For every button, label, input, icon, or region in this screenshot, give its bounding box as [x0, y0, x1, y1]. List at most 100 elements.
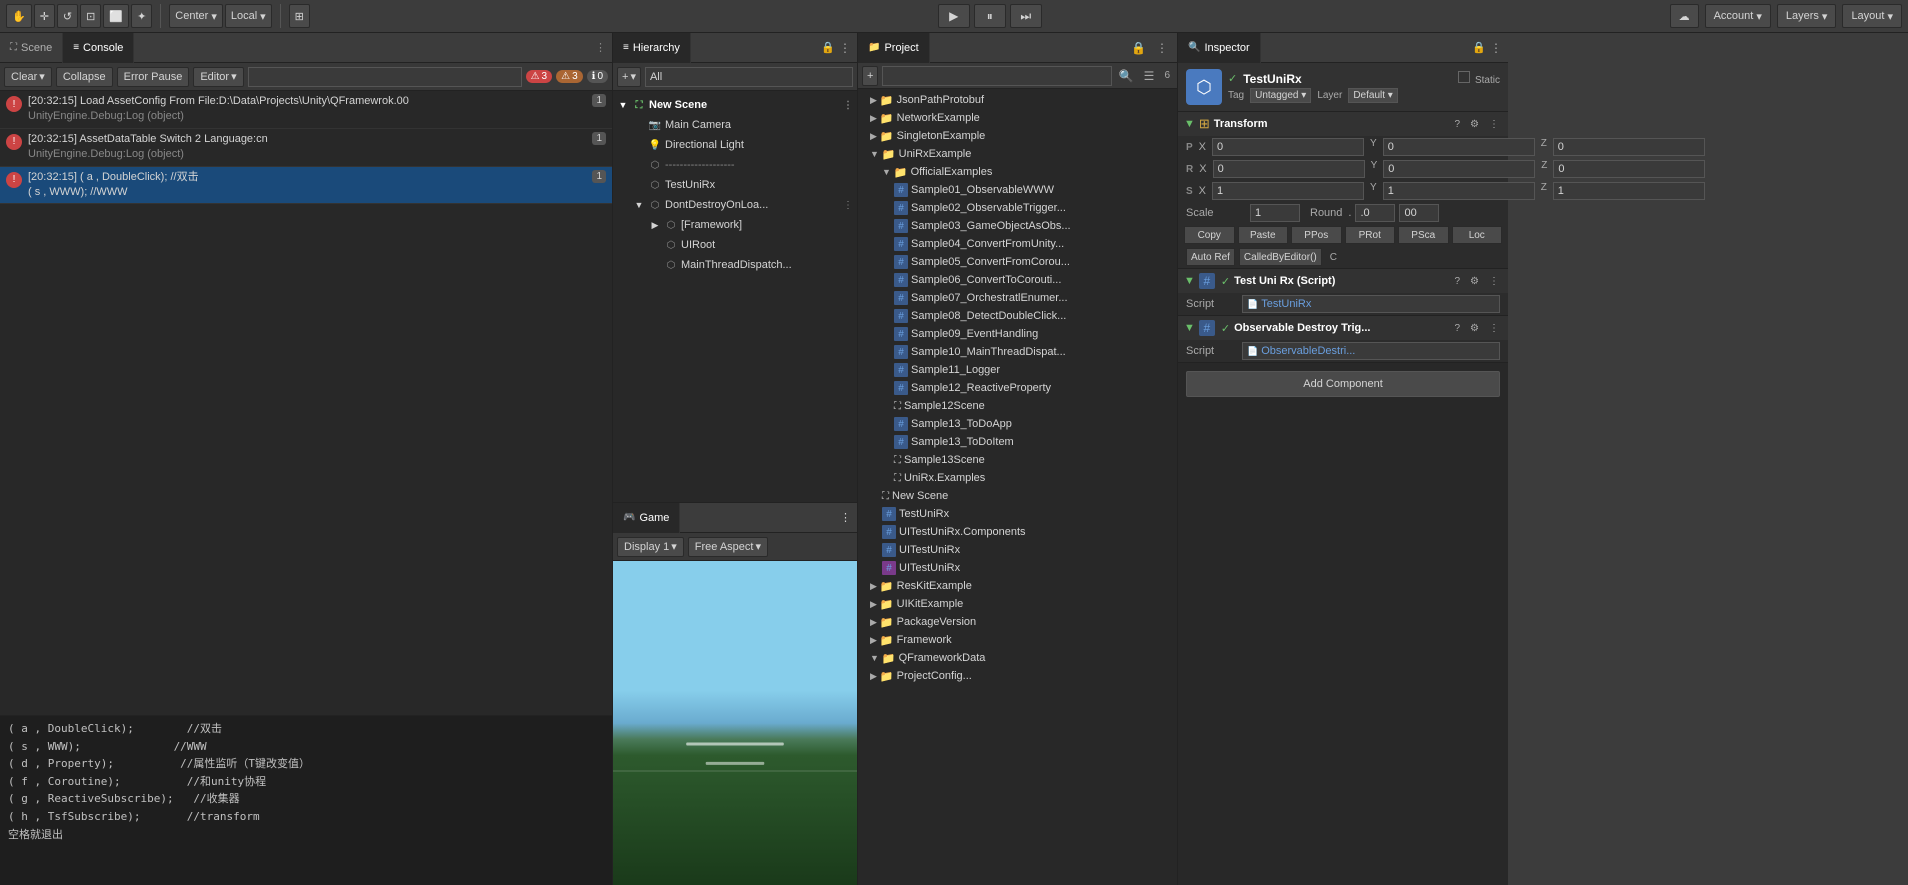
- hier-item-divider[interactable]: ▶ ⬡ -------------------: [613, 155, 857, 175]
- proj-item-unirx-ex[interactable]: ⛶ UniRx.Examples: [858, 469, 1177, 487]
- test-script-settings-btn[interactable]: ⚙: [1467, 275, 1482, 288]
- proj-item-s13item[interactable]: # Sample13_ToDoItem: [858, 433, 1177, 451]
- hier-item-main-camera[interactable]: ▶ 📷 Main Camera: [613, 115, 857, 135]
- inspector-more-btn[interactable]: ⋮: [1490, 41, 1502, 55]
- rotate-tool-btn[interactable]: ↺: [57, 4, 78, 28]
- proj-item-jsonpath[interactable]: ▶ 📁 JsonPathProtobuf: [858, 91, 1177, 109]
- tab-game[interactable]: 🎮 Game: [613, 503, 680, 533]
- transform-lock-btn[interactable]: ⋮: [1486, 118, 1502, 131]
- transform-header[interactable]: ▼ ⊞ Transform ? ⚙ ⋮: [1178, 112, 1508, 136]
- game-more-btn[interactable]: ⋮: [840, 511, 857, 524]
- proj-item-qframework[interactable]: ▼ 📁 QFrameworkData: [858, 649, 1177, 667]
- proj-item-s05[interactable]: # Sample05_ConvertFromCorou...: [858, 253, 1177, 271]
- scale-x-input[interactable]: [1212, 182, 1364, 200]
- test-script-enabled-check[interactable]: ✓: [1221, 275, 1230, 288]
- obs-destroy-help-btn[interactable]: ?: [1451, 322, 1463, 335]
- layout-btn[interactable]: Layout ▾: [1842, 4, 1902, 28]
- hier-item-framework[interactable]: ▶ ⬡ [Framework]: [613, 215, 857, 235]
- proj-item-new-scene[interactable]: ⛶ New Scene: [858, 487, 1177, 505]
- obs-script-value[interactable]: 📄 ObservableDestri...: [1242, 342, 1500, 360]
- left-panel-more-btn[interactable]: ⋮: [589, 41, 612, 54]
- scale-y-input[interactable]: [1383, 182, 1535, 200]
- obs-destroy-enabled-check[interactable]: ✓: [1221, 322, 1230, 335]
- proj-item-reskit[interactable]: ▶ 📁 ResKitExample: [858, 577, 1177, 595]
- editor-btn[interactable]: Editor ▾: [193, 67, 243, 87]
- prot-btn[interactable]: PRot: [1345, 226, 1396, 244]
- proj-item-projconfig[interactable]: ▶ 📁 ProjectConfig...: [858, 667, 1177, 685]
- test-script-value[interactable]: 📄 TestUniRx: [1242, 295, 1500, 313]
- proj-item-official[interactable]: ▼ 📁 OfficialExamples: [858, 163, 1177, 181]
- hier-item-test-unirx[interactable]: ▶ ⬡ TestUniRx: [613, 175, 857, 195]
- hand-tool-btn[interactable]: ✋: [6, 4, 32, 28]
- scale-z-input[interactable]: [1553, 182, 1705, 200]
- proj-item-s07[interactable]: # Sample07_OrchestratlEnumer...: [858, 289, 1177, 307]
- proj-item-s13app[interactable]: # Sample13_ToDoApp: [858, 415, 1177, 433]
- rot-z-input[interactable]: [1553, 160, 1705, 178]
- space-btn[interactable]: Local ▾: [225, 4, 272, 28]
- tab-scene[interactable]: ⛶ Scene: [0, 33, 63, 63]
- tab-console[interactable]: ≡ Console: [63, 33, 134, 63]
- scale-tool-btn[interactable]: ⊡: [80, 4, 101, 28]
- pos-y-input[interactable]: [1383, 138, 1535, 156]
- tab-hierarchy[interactable]: ≡ Hierarchy: [613, 33, 691, 63]
- hier-item-uiroot[interactable]: ▶ ⬡ UIRoot: [613, 235, 857, 255]
- proj-item-s10[interactable]: # Sample10_MainThreadDispat...: [858, 343, 1177, 361]
- static-checkbox[interactable]: [1458, 71, 1470, 83]
- grid-btn[interactable]: ⊞: [289, 4, 310, 28]
- aspect-btn[interactable]: Free Aspect ▾: [688, 537, 768, 557]
- proj-item-network[interactable]: ▶ 📁 NetworkExample: [858, 109, 1177, 127]
- pos-z-input[interactable]: [1553, 138, 1705, 156]
- proj-item-s01[interactable]: # Sample01_ObservableWWW: [858, 181, 1177, 199]
- collapse-btn[interactable]: Collapse: [56, 67, 113, 87]
- step-btn[interactable]: ⏭: [1010, 4, 1042, 28]
- rot-x-input[interactable]: [1213, 160, 1365, 178]
- proj-item-uikit[interactable]: ▶ 📁 UIKitExample: [858, 595, 1177, 613]
- pause-btn[interactable]: ⏸: [974, 4, 1006, 28]
- pivot-btn[interactable]: Center ▾: [169, 4, 223, 28]
- auto-ref-btn[interactable]: Auto Ref: [1186, 248, 1235, 266]
- test-script-header[interactable]: ▼ # ✓ Test Uni Rx (Script) ? ⚙ ⋮: [1178, 269, 1508, 293]
- proj-item-singleton[interactable]: ▶ 📁 SingletonExample: [858, 127, 1177, 145]
- obs-destroy-more-btn[interactable]: ⋮: [1486, 322, 1502, 335]
- hierarchy-more-btn[interactable]: ⋮: [839, 41, 851, 55]
- tag-dropdown[interactable]: Untagged ▾: [1250, 88, 1311, 103]
- proj-item-s09[interactable]: # Sample09_EventHandling: [858, 325, 1177, 343]
- console-msg-1[interactable]: ! [20:32:15] AssetDataTable Switch 2 Lan…: [0, 129, 612, 167]
- transform-settings-btn[interactable]: ⚙: [1467, 118, 1482, 131]
- proj-item-s12scene[interactable]: ⛶ Sample12Scene: [858, 397, 1177, 415]
- obs-destroy-settings-btn[interactable]: ⚙: [1467, 322, 1482, 335]
- proj-item-ui-test-unirx2[interactable]: # UITestUniRx: [858, 559, 1177, 577]
- psca-btn[interactable]: PSca: [1398, 226, 1449, 244]
- rot-y-input[interactable]: [1383, 160, 1535, 178]
- hierarchy-add-btn[interactable]: + ▾: [617, 67, 641, 87]
- error-pause-btn[interactable]: Error Pause: [117, 67, 190, 87]
- proj-item-ui-test-unirx[interactable]: # UITestUniRx: [858, 541, 1177, 559]
- copy-btn[interactable]: Copy: [1184, 226, 1235, 244]
- cloud-btn[interactable]: ☁: [1670, 4, 1699, 28]
- proj-item-framework[interactable]: ▶ 📁 Framework: [858, 631, 1177, 649]
- proj-item-s02[interactable]: # Sample02_ObservableTrigger...: [858, 199, 1177, 217]
- test-script-help-btn[interactable]: ?: [1451, 275, 1463, 288]
- paste-btn[interactable]: Paste: [1238, 226, 1289, 244]
- proj-item-s06[interactable]: # Sample06_ConvertToCorouti...: [858, 271, 1177, 289]
- hier-item-main-thread[interactable]: ▶ ⬡ MainThreadDispatch...: [613, 255, 857, 275]
- object-enabled-check[interactable]: ✓: [1228, 72, 1237, 85]
- hier-item-directional-light[interactable]: ▶ 💡 Directional Light: [613, 135, 857, 155]
- proj-item-s13scene[interactable]: ⛶ Sample13Scene: [858, 451, 1177, 469]
- play-btn[interactable]: ▶: [938, 4, 970, 28]
- layer-dropdown[interactable]: Default ▾: [1348, 88, 1398, 103]
- proj-item-s04[interactable]: # Sample04_ConvertFromUnity...: [858, 235, 1177, 253]
- transform-help-btn[interactable]: ?: [1451, 118, 1463, 131]
- clear-btn[interactable]: Clear ▾: [4, 67, 52, 87]
- project-filter-icon[interactable]: ☰: [1141, 68, 1158, 84]
- project-more-btn[interactable]: ⋮: [1153, 40, 1171, 56]
- hier-item-dont-destroy[interactable]: ▼ ⬡ DontDestroyOnLoa... ⋮: [613, 195, 857, 215]
- scene-options-btn[interactable]: ⋮: [843, 100, 853, 111]
- round-x-input[interactable]: [1355, 204, 1395, 222]
- inspector-lock-icon[interactable]: 🔒: [1472, 41, 1486, 54]
- project-search-icon[interactable]: 🔍: [1116, 68, 1137, 84]
- obs-destroy-header[interactable]: ▼ # ✓ Observable Destroy Trig... ? ⚙ ⋮: [1178, 316, 1508, 340]
- proj-item-unirx[interactable]: ▼ 📁 UniRxExample: [858, 145, 1177, 163]
- console-msg-2[interactable]: ! [20:32:15] ( a , DoubleClick); //双击 ( …: [0, 167, 612, 205]
- proj-item-s08[interactable]: # Sample08_DetectDoubleClick...: [858, 307, 1177, 325]
